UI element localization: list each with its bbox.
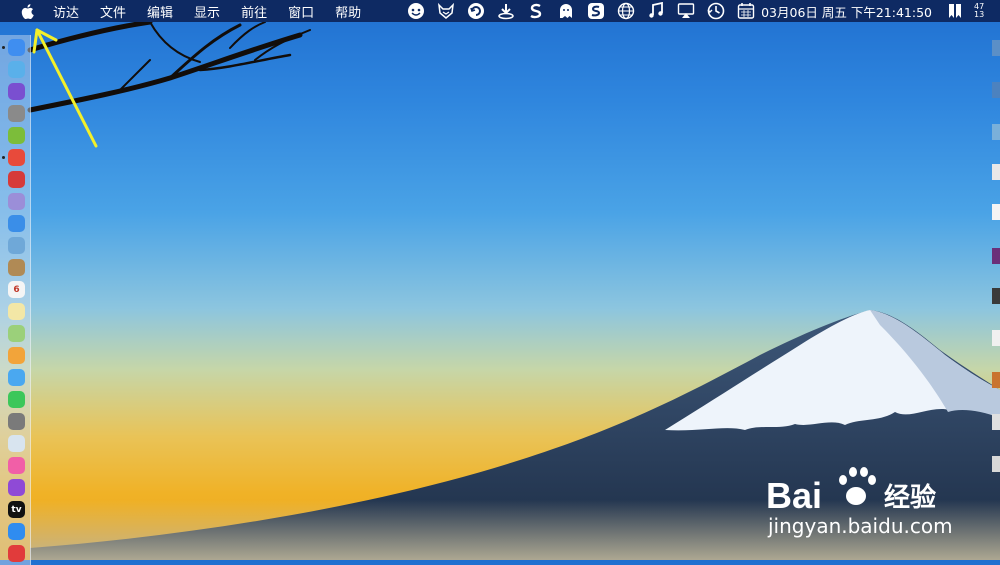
storage-icon[interactable] [8, 193, 25, 210]
chrome-icon[interactable] [8, 149, 25, 166]
face-icon[interactable] [407, 2, 425, 20]
sync-icon[interactable] [467, 2, 485, 20]
watermark-url: jingyan.baidu.com [768, 514, 953, 538]
calendar-label: 6 [13, 284, 20, 295]
menu-window[interactable]: 窗口 [288, 2, 314, 21]
menu-finder[interactable]: 访达 [53, 2, 79, 21]
menu-bar: 访达 文件 编辑 显示 前往 窗口 帮助 03月06日 周五 下午21:41:5… [0, 0, 1000, 22]
apple-tv-label: tv [11, 504, 22, 515]
watermark-brand-cn: 经验 [884, 482, 936, 513]
app-store-icon[interactable] [8, 523, 25, 540]
menu-edit[interactable]: 编辑 [147, 2, 173, 21]
finder-icon[interactable] [8, 39, 25, 56]
apple-menu-icon[interactable] [21, 3, 35, 19]
desktop-file-8[interactable] [992, 330, 1000, 346]
running-indicator [2, 46, 5, 49]
airplay-icon[interactable] [677, 2, 695, 20]
notes-book-icon[interactable] [8, 259, 25, 276]
desktop-file-6[interactable] [992, 248, 1000, 264]
apple-tv-icon[interactable]: tv [8, 501, 25, 518]
android-icon[interactable] [8, 127, 25, 144]
ghost-icon[interactable] [557, 2, 575, 20]
podcasts-icon[interactable] [8, 479, 25, 496]
desktop-file-7[interactable] [992, 288, 1000, 304]
siri-icon[interactable] [8, 83, 25, 100]
menu-help[interactable]: 帮助 [335, 2, 361, 21]
paw-pad [846, 487, 866, 505]
download-icon[interactable] [497, 2, 515, 20]
calendar-icon[interactable] [737, 2, 755, 20]
paw-toe-4 [868, 475, 876, 485]
menu-clock[interactable]: 03月06日 周五 下午21:41:50 [761, 2, 932, 21]
watermark-brand: Bai [766, 475, 822, 516]
s-app-icon[interactable] [527, 2, 545, 20]
menu-go[interactable]: 前往 [241, 2, 267, 21]
safari-compass-icon[interactable] [8, 61, 25, 78]
battery-icon[interactable]: 47 13 [974, 3, 998, 19]
menu-file[interactable]: 文件 [100, 2, 126, 21]
vivaldi-icon[interactable] [8, 545, 25, 562]
desktop-file-5[interactable] [992, 204, 1000, 220]
desktop-file-10[interactable] [992, 414, 1000, 430]
menu-view[interactable]: 显示 [194, 2, 220, 21]
sogou-icon[interactable] [587, 2, 605, 20]
preview-icon[interactable] [8, 237, 25, 254]
screen-recorder-icon[interactable] [8, 435, 25, 452]
bookmark-icon[interactable] [946, 2, 964, 20]
running-indicator [2, 156, 5, 159]
desktop-file-2[interactable] [992, 82, 1000, 98]
battery-bottom-text: 13 [974, 10, 985, 19]
photos-icon[interactable] [8, 347, 25, 364]
facetime-icon[interactable] [8, 391, 25, 408]
desktop-file-11[interactable] [992, 456, 1000, 472]
desktop-file-3[interactable] [992, 124, 1000, 140]
desktop-file-9[interactable] [992, 372, 1000, 388]
itunes-icon[interactable] [8, 457, 25, 474]
launchpad-rocket-icon[interactable] [8, 105, 25, 122]
system-preferences-icon[interactable] [8, 413, 25, 430]
messages-icon[interactable] [8, 369, 25, 386]
dock: 6 tv [0, 35, 31, 565]
time-machine-icon[interactable] [707, 2, 725, 20]
paw-toe-2 [849, 467, 857, 477]
paw-toe-3 [860, 467, 868, 477]
status-area: 03月06日 周五 下午21:41:50 47 13 [395, 0, 1000, 22]
calendar-icon[interactable]: 6 [8, 281, 25, 298]
desktop-file-4[interactable] [992, 164, 1000, 180]
paw-toe-1 [839, 475, 847, 485]
maps-icon[interactable] [8, 325, 25, 342]
stickies-icon[interactable] [8, 303, 25, 320]
toolbox-icon[interactable] [8, 171, 25, 188]
music-note-icon[interactable] [647, 2, 665, 20]
safari-icon[interactable] [8, 215, 25, 232]
desktop-file-1[interactable] [992, 40, 1000, 56]
fox-icon[interactable] [437, 2, 455, 20]
globe-icon[interactable] [617, 2, 635, 20]
